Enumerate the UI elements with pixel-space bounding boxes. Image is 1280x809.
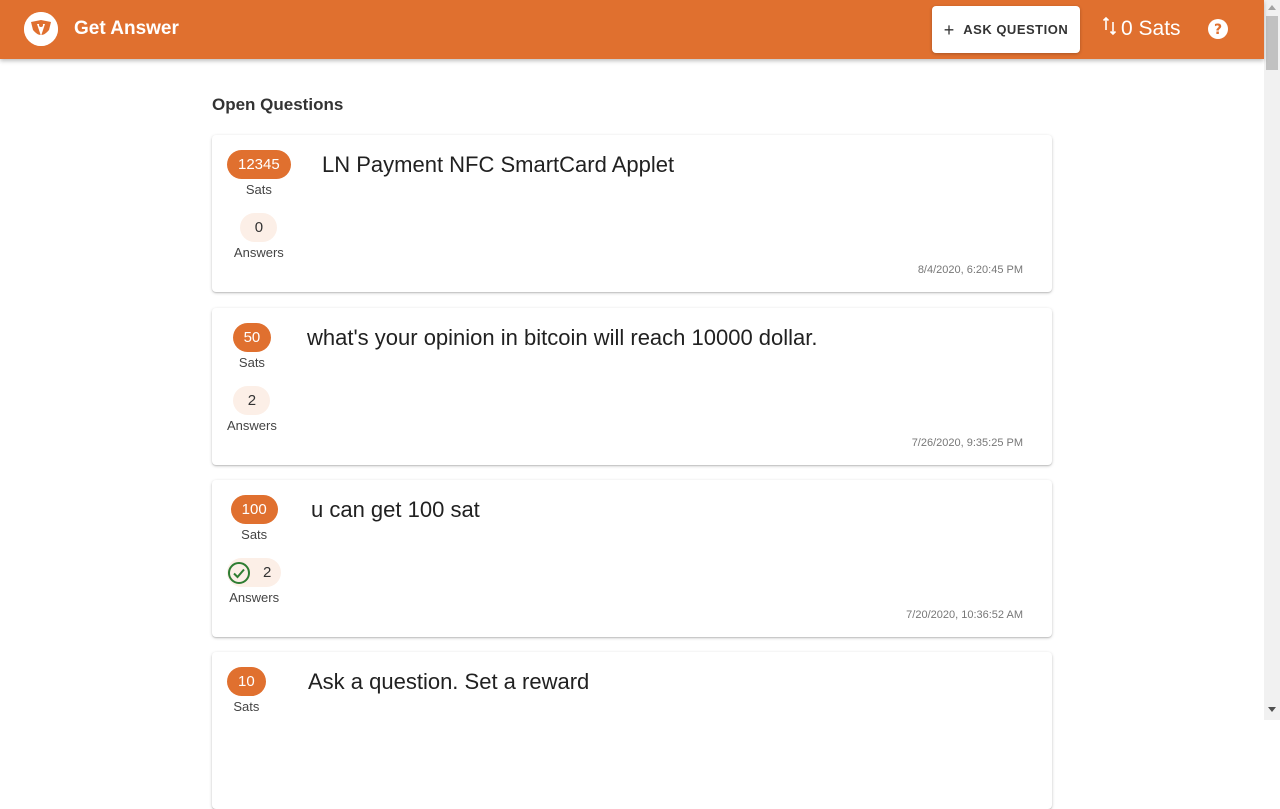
question-meta: 10 Sats <box>227 667 266 715</box>
reward-sats-badge: 12345 <box>227 150 291 179</box>
app-title[interactable]: Get Answer <box>74 18 179 40</box>
reward-sats-label: Sats <box>241 527 268 542</box>
question-card[interactable]: 12345 Sats 0 Answers LN Payment NFC Smar… <box>212 135 1052 292</box>
question-card[interactable]: 50 Sats 2 Answers what's your opinion in… <box>212 308 1052 465</box>
answer-count-label: Answers <box>233 245 284 260</box>
answer-count-badge: 2 <box>233 386 271 415</box>
scroll-thumb[interactable] <box>1266 16 1278 70</box>
balance-display[interactable]: 0 Sats <box>1102 16 1181 42</box>
logo-icon[interactable] <box>24 12 58 46</box>
ask-question-button[interactable]: + ASK QUESTION <box>932 6 1080 53</box>
question-date: 7/26/2020, 9:35:25 PM <box>911 437 1023 449</box>
reward-sats-label: Sats <box>233 699 260 714</box>
question-card[interactable]: 10 Sats Ask a question. Set a reward <box>212 652 1052 809</box>
question-title[interactable]: u can get 100 sat <box>311 496 480 524</box>
reward-sats-badge: 50 <box>232 323 272 352</box>
question-title[interactable]: Ask a question. Set a reward <box>308 668 589 696</box>
answer-count-value: 2 <box>263 564 272 581</box>
ask-question-label: ASK QUESTION <box>963 22 1069 37</box>
question-title[interactable]: LN Payment NFC SmartCard Applet <box>322 151 674 179</box>
help-icon[interactable]: ? <box>1208 19 1228 39</box>
question-date: 8/4/2020, 6:20:45 PM <box>917 264 1023 276</box>
reward-sats-badge: 10 <box>227 667 266 696</box>
balance-amount: 0 Sats <box>1121 17 1181 40</box>
question-date: 7/20/2020, 10:36:52 AM <box>906 609 1023 621</box>
accepted-check-icon <box>228 561 250 584</box>
scroll-up-arrow-icon[interactable] <box>1268 4 1276 10</box>
reward-sats-label: Sats <box>238 355 265 370</box>
question-meta: 50 Sats 2 Answers <box>227 323 277 434</box>
plus-icon: + <box>943 19 955 40</box>
scroll-down-arrow-icon[interactable] <box>1268 707 1276 713</box>
swap-vert-icon <box>1102 16 1117 36</box>
svg-text:?: ? <box>1214 22 1222 38</box>
page-scrollbar[interactable] <box>1264 0 1280 720</box>
question-meta: 12345 Sats 0 Answers <box>227 150 291 261</box>
answer-count-label: Answers <box>227 418 277 433</box>
answer-count-badge: 2 <box>227 558 282 587</box>
app-bar: Get Answer + ASK QUESTION 0 Sats ? <box>0 0 1264 59</box>
section-title: Open Questions <box>212 95 344 114</box>
question-title[interactable]: what's your opinion in bitcoin will reac… <box>307 324 818 352</box>
question-card[interactable]: 100 Sats 2 Answers u can get 100 sat 7/2… <box>212 480 1052 637</box>
question-meta: 100 Sats 2 Answers <box>227 495 282 606</box>
reward-sats-label: Sats <box>245 182 272 197</box>
answer-count-badge: 0 <box>240 213 278 242</box>
reward-sats-badge: 100 <box>230 495 278 524</box>
answer-count-label: Answers <box>229 590 280 605</box>
